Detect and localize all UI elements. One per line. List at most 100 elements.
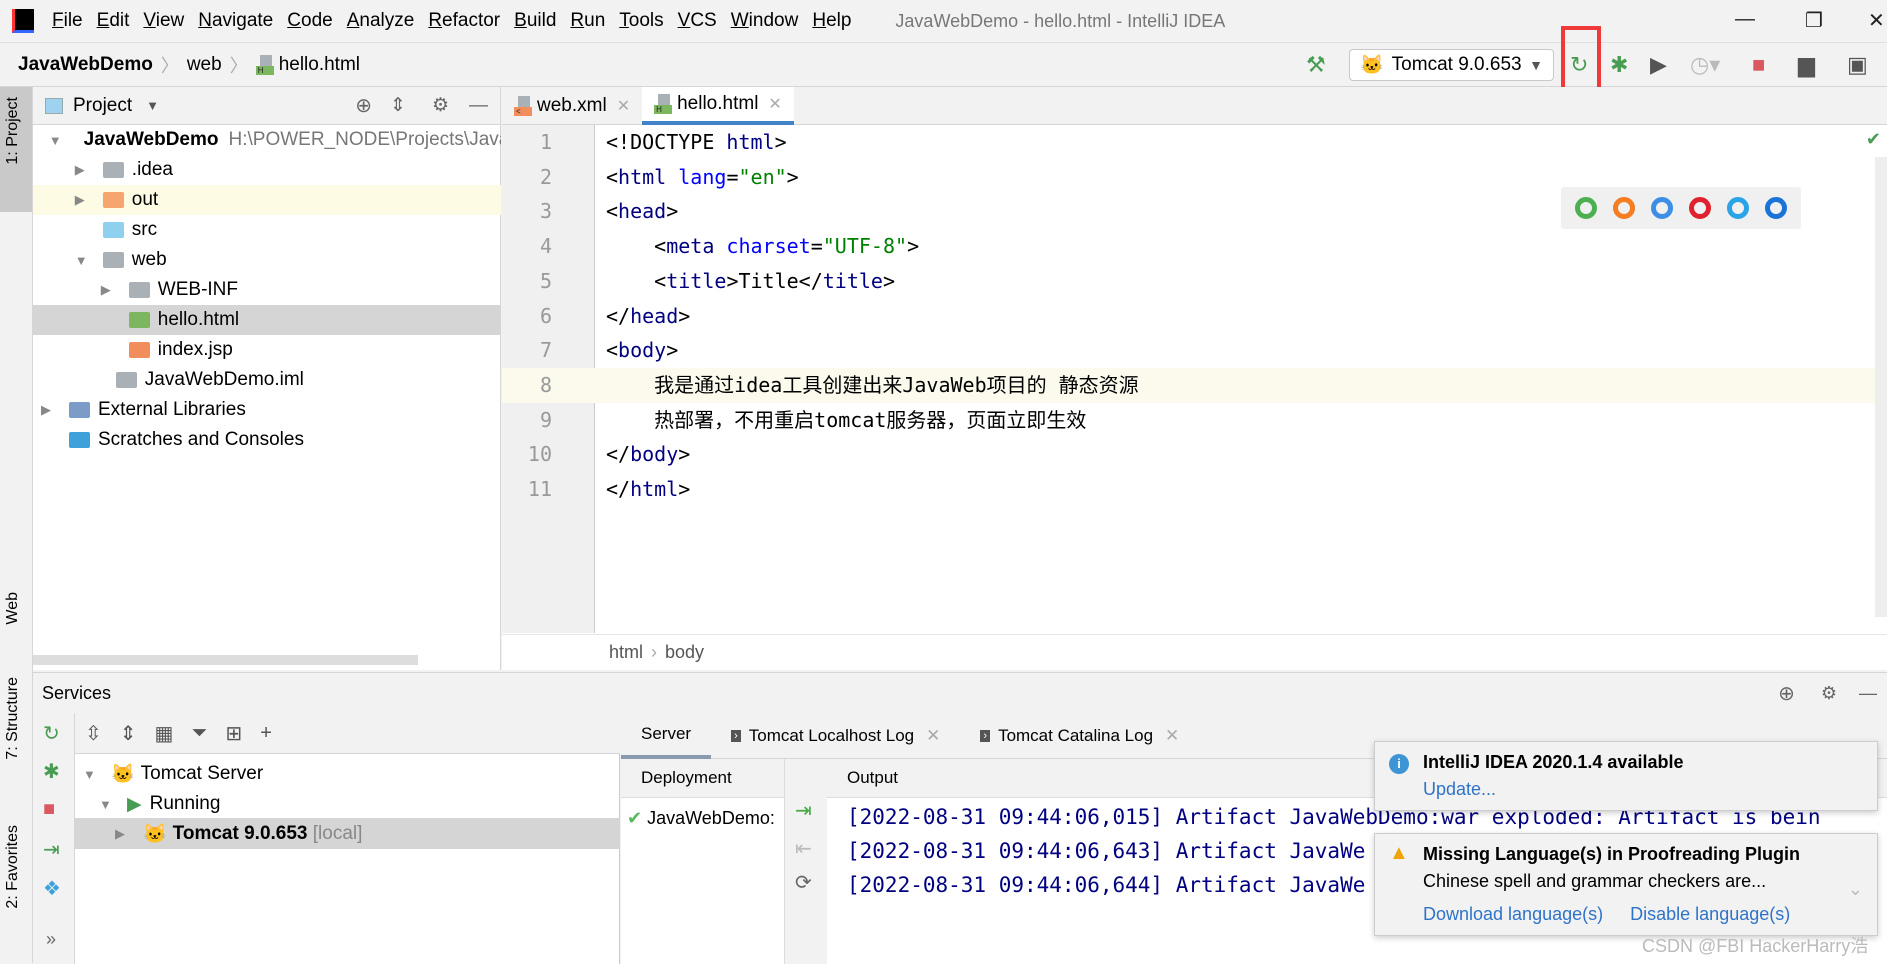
- menu-analyze[interactable]: Analyze: [347, 10, 415, 32]
- refresh-icon[interactable]: ⟳: [795, 870, 812, 895]
- horizontal-scrollbar[interactable]: [33, 655, 418, 665]
- code-line[interactable]: 5 <title>Title</title>: [502, 264, 1887, 299]
- artifacts-icon[interactable]: ❖: [43, 876, 61, 901]
- code-line[interactable]: 11 </html>: [502, 472, 1887, 507]
- debug-icon[interactable]: ✱: [1610, 52, 1628, 78]
- project-structure-icon[interactable]: ▆: [1798, 52, 1815, 78]
- breadcrumb-project[interactable]: JavaWebDemo: [18, 54, 153, 76]
- tree-item-tomcat-server[interactable]: ▼ 🐱 Tomcat Server: [75, 759, 620, 789]
- code-line[interactable]: 1 <!DOCTYPE html>: [502, 125, 1887, 160]
- menu-view[interactable]: View: [143, 10, 184, 32]
- close-tab-icon[interactable]: ✕: [617, 96, 630, 116]
- breadcrumb-body[interactable]: body: [665, 642, 704, 663]
- tree-item-tomcat-instance[interactable]: ▶ 🐱 Tomcat 9.0.653 [local]: [75, 818, 620, 849]
- group-by-icon[interactable]: ▦: [155, 721, 174, 746]
- edge-icon[interactable]: [1765, 197, 1787, 219]
- tree-item[interactable]: JavaWebDemo.iml: [33, 365, 501, 395]
- filter-icon[interactable]: ⏷: [191, 722, 207, 745]
- tree-item[interactable]: index.jsp: [33, 335, 501, 365]
- deploy-icon[interactable]: ⇥: [43, 837, 60, 862]
- chevron-down-icon[interactable]: ▼: [146, 98, 159, 113]
- tab-localhost-log[interactable]: › Tomcat Localhost Log ✕: [711, 713, 960, 759]
- more-icon[interactable]: »: [46, 929, 56, 950]
- code-line[interactable]: 6 </head>: [502, 299, 1887, 334]
- tree-item[interactable]: src: [33, 215, 501, 245]
- menu-refactor[interactable]: Refactor: [428, 10, 500, 32]
- update-link[interactable]: Update...: [1423, 779, 1496, 799]
- breadcrumb-html[interactable]: html: [609, 642, 643, 663]
- breadcrumb-folder[interactable]: web: [187, 54, 222, 76]
- menu-vcs[interactable]: VCS: [678, 10, 717, 32]
- tree-item-running[interactable]: ▼ ▶ Running: [75, 789, 620, 819]
- chrome-icon[interactable]: [1575, 197, 1597, 219]
- menu-window[interactable]: Window: [731, 10, 799, 32]
- tab-catalina-log[interactable]: › Tomcat Catalina Log ✕: [960, 713, 1199, 759]
- menu-help[interactable]: Help: [812, 10, 851, 32]
- disable-languages-link[interactable]: Disable language(s): [1630, 904, 1790, 924]
- close-tab-icon[interactable]: ✕: [768, 94, 781, 114]
- code-line[interactable]: 10 </body>: [502, 437, 1887, 472]
- profile-icon[interactable]: ◷▾: [1690, 52, 1720, 78]
- menu-navigate[interactable]: Navigate: [198, 10, 273, 32]
- build-hammer-icon[interactable]: ⚒: [1306, 52, 1326, 78]
- gear-icon[interactable]: ⚙: [1821, 683, 1837, 704]
- safari-icon[interactable]: [1651, 197, 1673, 219]
- tree-item[interactable]: ▶ out: [33, 185, 501, 215]
- locate-icon[interactable]: ⊕: [1778, 681, 1795, 706]
- code-line[interactable]: 7 <body>: [502, 333, 1887, 368]
- undeploy-icon[interactable]: ⇤: [795, 836, 812, 861]
- download-languages-link[interactable]: Download language(s): [1423, 904, 1603, 924]
- editor-tab[interactable]: Hhello.html ✕: [642, 87, 794, 125]
- rerun-icon[interactable]: ↻: [43, 721, 60, 746]
- run-configuration-select[interactable]: 🐱 Tomcat 9.0.653 ▼: [1349, 49, 1554, 81]
- vertical-scrollbar[interactable]: [1875, 157, 1887, 617]
- new-tab-icon[interactable]: ⊞: [225, 721, 242, 746]
- expand-all-icon[interactable]: ⇳: [85, 721, 102, 746]
- tool-tab-structure[interactable]: 7: Structure: [4, 677, 22, 760]
- tool-tab-favorites[interactable]: 2: Favorites: [4, 825, 22, 909]
- tab-server[interactable]: Server: [621, 713, 712, 759]
- debug-icon[interactable]: ✱: [43, 759, 60, 784]
- tree-item[interactable]: hello.html: [33, 305, 501, 335]
- tool-tab-project[interactable]: 1: Project: [4, 97, 22, 165]
- collapse-all-icon[interactable]: ⇕: [120, 721, 137, 746]
- deploy-icon[interactable]: ⇥: [795, 798, 812, 823]
- hide-icon[interactable]: —: [469, 95, 488, 117]
- stop-icon[interactable]: ■: [43, 798, 55, 821]
- tree-item[interactable]: ▶ .idea: [33, 155, 501, 185]
- tool-tab-web[interactable]: Web: [4, 592, 22, 625]
- expand-chevron-icon[interactable]: ⌄: [1848, 879, 1863, 900]
- collapse-all-icon[interactable]: ⇕: [390, 94, 406, 117]
- tree-item[interactable]: ▶ External Libraries: [33, 395, 501, 425]
- restore-button[interactable]: ❐: [1805, 8, 1823, 33]
- editor-tab[interactable]: < web.xml ✕: [502, 87, 642, 125]
- run-with-coverage-icon[interactable]: ▶: [1650, 52, 1667, 78]
- close-button[interactable]: ✕: [1868, 8, 1885, 33]
- add-service-icon[interactable]: +: [260, 722, 272, 745]
- menu-edit[interactable]: Edit: [97, 10, 130, 32]
- tree-item[interactable]: ▼ web: [33, 245, 501, 275]
- locate-icon[interactable]: ⊕: [355, 93, 372, 118]
- terminal-icon[interactable]: ▣: [1847, 52, 1868, 78]
- deployment-item[interactable]: ✔ JavaWebDemo:: [621, 798, 784, 839]
- tree-item[interactable]: Scratches and Consoles: [33, 425, 501, 455]
- tree-item[interactable]: ▶ WEB-INF: [33, 275, 501, 305]
- tree-item[interactable]: ▼ JavaWebDemo H:\POWER_NODE\Projects\Java: [33, 125, 501, 155]
- project-view-selector[interactable]: Project: [73, 95, 132, 117]
- gear-icon[interactable]: ⚙: [432, 94, 449, 117]
- ie-icon[interactable]: [1727, 197, 1749, 219]
- code-line[interactable]: 9 热部署，不用重启tomcat服务器，页面立即生效: [502, 403, 1887, 438]
- minimize-button[interactable]: —: [1735, 8, 1755, 31]
- stop-icon[interactable]: ■: [1752, 52, 1765, 78]
- menu-run[interactable]: Run: [570, 10, 605, 32]
- code-line[interactable]: 8 我是通过idea工具创建出来JavaWeb项目的 静态资源: [502, 367, 1887, 403]
- menu-code[interactable]: Code: [287, 10, 332, 32]
- hide-icon[interactable]: —: [1859, 683, 1877, 704]
- breadcrumb-file[interactable]: hello.html: [279, 54, 360, 76]
- menu-build[interactable]: Build: [514, 10, 556, 32]
- opera-icon[interactable]: [1689, 197, 1711, 219]
- menu-file[interactable]: File: [52, 10, 83, 32]
- firefox-icon[interactable]: [1613, 197, 1635, 219]
- code-line[interactable]: 4 <meta charset="UTF-8">: [502, 229, 1887, 264]
- menu-tools[interactable]: Tools: [619, 10, 663, 32]
